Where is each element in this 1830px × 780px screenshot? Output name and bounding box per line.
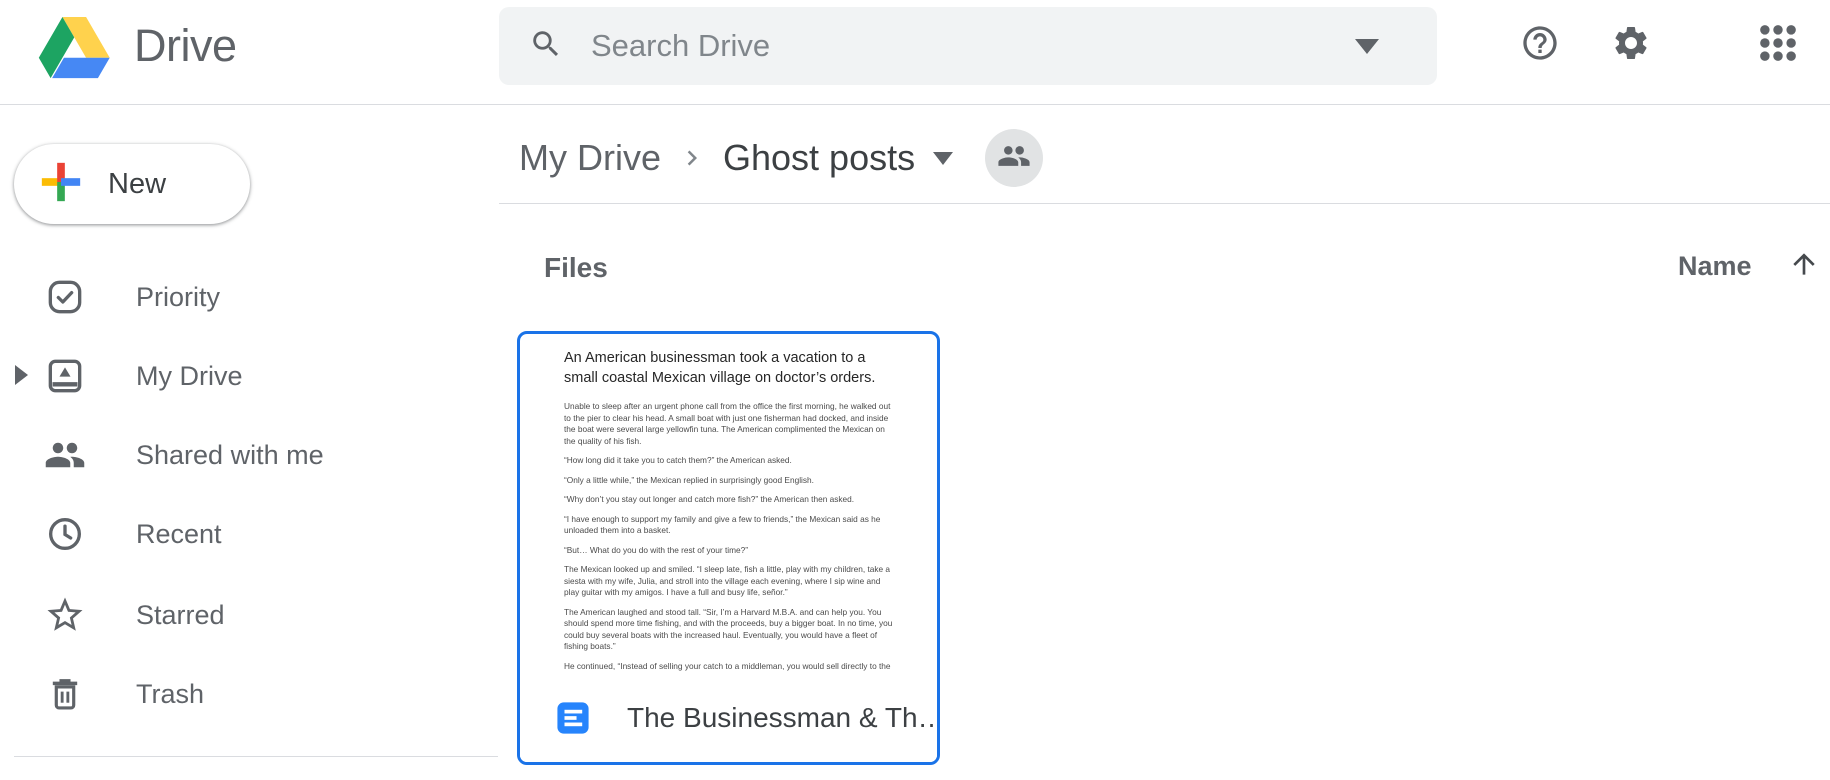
search-options-caret-icon[interactable] (1355, 39, 1379, 54)
sidebar-item-starred[interactable]: Starred (0, 584, 500, 646)
search-bar[interactable] (499, 7, 1437, 85)
file-card-selected[interactable]: An American businessman took a vacation … (517, 331, 940, 765)
document-preview-paragraph: “Only a little while,” the Mexican repli… (564, 475, 897, 487)
sidebar-item-label: Starred (136, 600, 225, 631)
apps-grid-icon (1757, 22, 1799, 69)
folder-menu-caret-icon[interactable] (933, 152, 953, 165)
sidebar-nav: New Priority My Drive Shared with me (0, 106, 500, 780)
file-card-title-row: The Businessman & Th… (520, 674, 937, 762)
files-section-title: Files (544, 252, 608, 284)
people-icon (44, 434, 86, 476)
priority-check-icon (44, 276, 86, 318)
sidebar-item-shared-with-me[interactable]: Shared with me (0, 424, 500, 486)
clock-icon (44, 513, 86, 555)
document-preview-paragraph: “Why don’t you stay out longer and catch… (564, 494, 897, 506)
sidebar-item-label: Recent (136, 519, 222, 550)
breadcrumb-current-folder[interactable]: Ghost posts (723, 137, 915, 179)
document-preview: An American businessman took a vacation … (520, 334, 937, 686)
document-preview-paragraph: The American laughed and stood tall. “Si… (564, 607, 897, 653)
google-apps-button[interactable] (1757, 24, 1799, 66)
help-button[interactable] (1519, 24, 1561, 66)
arrow-up-icon[interactable] (1788, 248, 1820, 285)
drive-triangle-icon (38, 14, 112, 79)
document-preview-paragraph: “I have enough to support my family and … (564, 514, 897, 537)
settings-gear-icon (1611, 23, 1651, 68)
top-header: Drive (0, 0, 1830, 105)
sidebar-item-trash[interactable]: Trash (0, 663, 500, 725)
sidebar-item-my-drive[interactable]: My Drive (0, 345, 500, 407)
content-divider (499, 203, 1830, 204)
document-preview-paragraph: “How long did it take you to catch them?… (564, 455, 897, 467)
document-preview-paragraph: Unable to sleep after an urgent phone ca… (564, 401, 897, 447)
my-drive-icon (44, 355, 86, 397)
star-icon (44, 594, 86, 636)
sidebar-item-label: Trash (136, 679, 204, 710)
document-preview-paragraph: “But… What do you do with the rest of yo… (564, 545, 897, 557)
sidebar-item-label: Shared with me (136, 440, 324, 471)
app-title: Drive (134, 20, 237, 72)
settings-button[interactable] (1610, 24, 1652, 66)
new-button-label: New (108, 168, 166, 201)
help-icon (1520, 23, 1560, 68)
shared-folder-badge[interactable] (985, 129, 1043, 187)
document-preview-heading: An American businessman took a vacation … (564, 348, 897, 388)
sidebar-item-priority[interactable]: Priority (0, 266, 500, 328)
sort-by-name-control[interactable]: Name (1678, 248, 1820, 285)
google-docs-icon (556, 701, 590, 735)
chevron-right-icon (677, 143, 707, 173)
sidebar-item-recent[interactable]: Recent (0, 503, 500, 565)
file-title: The Businessman & Th… (627, 702, 940, 734)
trash-icon (44, 673, 86, 715)
plus-icon (38, 159, 84, 210)
sidebar-divider (14, 756, 498, 757)
drive-logo[interactable]: Drive (38, 0, 237, 92)
new-button[interactable]: New (14, 144, 250, 224)
sidebar-item-label: Priority (136, 282, 220, 313)
breadcrumb-my-drive[interactable]: My Drive (519, 137, 661, 179)
breadcrumb: My Drive Ghost posts (519, 126, 1043, 190)
sidebar-item-label: My Drive (136, 361, 243, 392)
document-preview-paragraph: The Mexican looked up and smiled. “I sle… (564, 564, 897, 599)
people-icon (997, 139, 1031, 178)
google-drive-window: Drive (0, 0, 1830, 780)
search-icon (529, 27, 563, 66)
search-input[interactable] (591, 28, 1355, 64)
sort-label: Name (1678, 251, 1752, 282)
